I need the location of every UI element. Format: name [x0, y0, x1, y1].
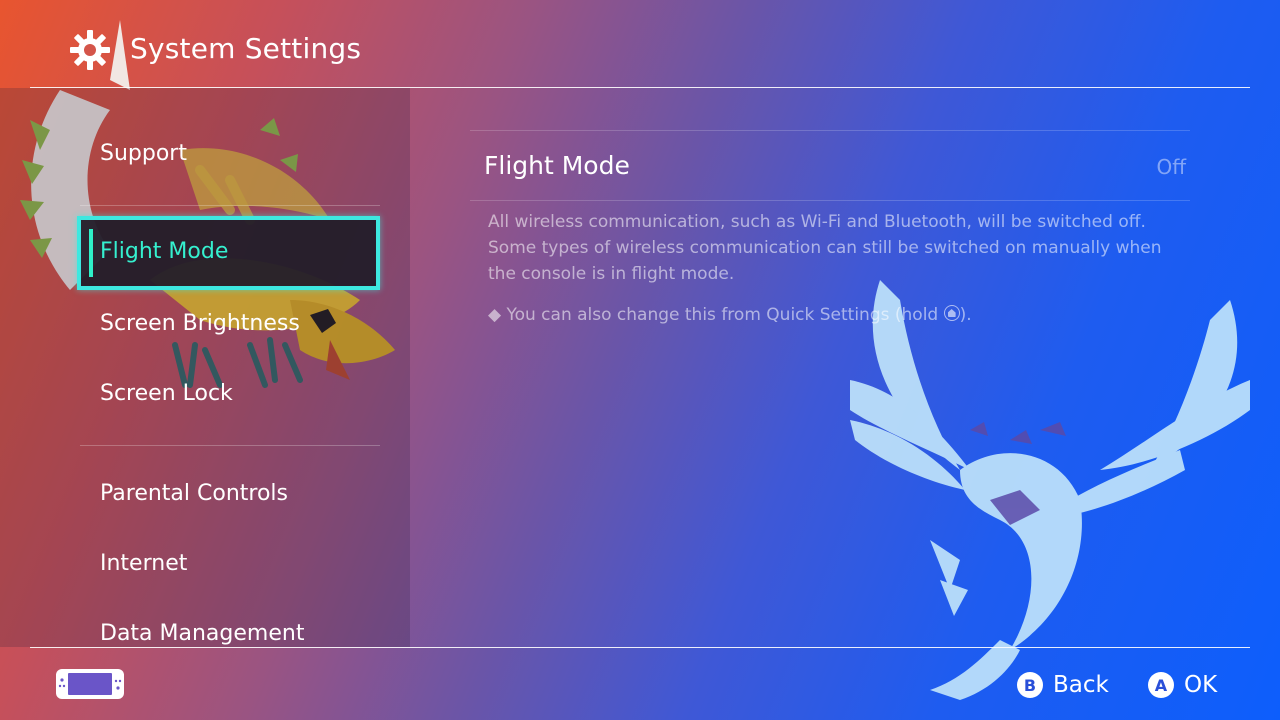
- sidebar-divider: [80, 205, 380, 206]
- console-icon: [56, 669, 124, 699]
- a-button-icon: A: [1148, 672, 1174, 698]
- back-label: Back: [1053, 672, 1109, 698]
- back-button[interactable]: B Back: [1017, 670, 1109, 700]
- home-button-icon: [943, 305, 960, 321]
- ok-button[interactable]: A OK: [1148, 670, 1217, 700]
- gear-icon: [70, 30, 110, 70]
- content-divider: [470, 130, 1190, 131]
- sidebar-item-support[interactable]: Support: [100, 141, 187, 166]
- setting-note: ◆ You can also change this from Quick Se…: [488, 305, 972, 325]
- setting-note-text: ◆ You can also change this from Quick Se…: [488, 305, 939, 325]
- ok-label: OK: [1184, 672, 1218, 698]
- sidebar-item-flight-mode[interactable]: Flight Mode: [77, 216, 380, 290]
- content-divider: [470, 200, 1190, 201]
- selection-indicator: [89, 229, 93, 277]
- setting-description: All wireless communication, such as Wi-F…: [488, 212, 1162, 284]
- sidebar: Support Flight Mode Screen Brightness Sc…: [0, 88, 410, 647]
- header: System Settings: [0, 0, 1280, 88]
- sidebar-item-screen-lock[interactable]: Screen Lock: [100, 381, 233, 406]
- page-title: System Settings: [130, 32, 362, 65]
- setting-value[interactable]: Off: [1156, 155, 1186, 179]
- footer-divider: [30, 647, 1250, 648]
- b-button-icon: B: [1017, 672, 1043, 698]
- sidebar-item-internet[interactable]: Internet: [100, 551, 187, 576]
- setting-title[interactable]: Flight Mode: [484, 151, 630, 180]
- sidebar-item-parental-controls[interactable]: Parental Controls: [100, 481, 288, 506]
- sidebar-item-screen-brightness[interactable]: Screen Brightness: [100, 311, 300, 336]
- sidebar-item-data-management[interactable]: Data Management: [100, 621, 304, 646]
- sidebar-divider: [80, 445, 380, 446]
- sidebar-item-label: Flight Mode: [100, 239, 229, 264]
- settings-content: Flight Mode Off All wireless communicati…: [470, 88, 1190, 588]
- setting-note-end: ).: [959, 305, 972, 325]
